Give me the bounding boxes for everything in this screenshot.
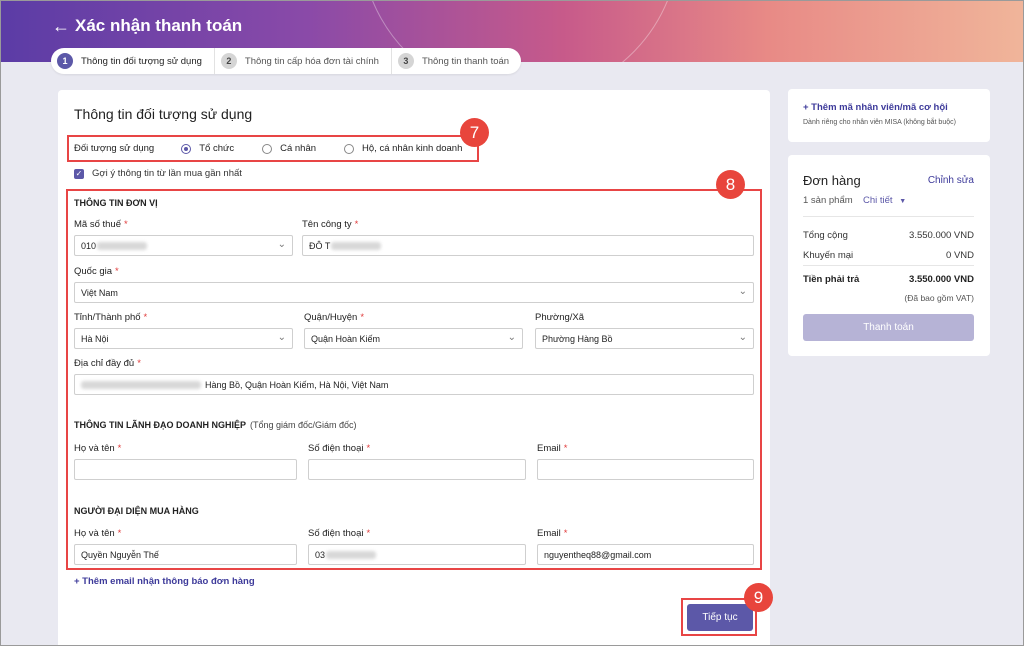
country-label: Quốc gia * bbox=[74, 266, 119, 277]
divider bbox=[803, 265, 974, 266]
leader-name-label: Họ và tên * bbox=[74, 443, 122, 454]
continue-button[interactable]: Tiếp tục bbox=[687, 604, 753, 631]
tax-code-label: Mã số thuế * bbox=[74, 219, 128, 230]
chevron-down-icon: ⌄ bbox=[738, 332, 747, 343]
redacted-text bbox=[81, 380, 201, 389]
suggest-last-purchase[interactable]: ✓ Gợi ý thông tin từ lần mua gần nhất bbox=[74, 168, 242, 179]
add-employee-code-link[interactable]: + Thêm mã nhân viên/mã cơ hội bbox=[803, 102, 948, 113]
radio-household-business[interactable]: Hộ, cá nhân kinh doanh bbox=[344, 143, 462, 154]
province-label: Tỉnh/Thành phố * bbox=[74, 312, 148, 323]
redacted-text bbox=[97, 241, 148, 250]
chevron-down-icon: ⌄ bbox=[738, 286, 747, 297]
radio-icon bbox=[181, 143, 192, 154]
leader-name-input[interactable] bbox=[74, 459, 297, 480]
leader-email-label: Email * bbox=[537, 443, 568, 454]
buyer-name-label: Họ và tên * bbox=[74, 528, 122, 539]
chevron-down-icon: ⌄ bbox=[277, 239, 286, 250]
province-select[interactable]: Hà Nội ⌄ bbox=[74, 328, 293, 349]
radio-organization[interactable]: Tổ chức bbox=[181, 143, 234, 154]
company-name-label: Tên công ty * bbox=[302, 219, 359, 230]
total-row: Tổng cộng 3.550.000 VND bbox=[803, 230, 974, 241]
step-label: Thông tin đối tượng sử dụng bbox=[81, 55, 202, 67]
buyer-phone-label: Số điện thoại * bbox=[308, 528, 371, 539]
add-notification-email-link[interactable]: + Thêm email nhận thông báo đơn hàng bbox=[74, 576, 255, 587]
subject-type-label: Đối tượng sử dụng bbox=[74, 143, 155, 154]
stepper: 1 Thông tin đối tượng sử dụng 2 Thông ti… bbox=[51, 48, 522, 74]
radio-icon bbox=[262, 143, 273, 154]
step-number: 2 bbox=[220, 53, 237, 69]
leader-section-title: THÔNG TIN LÃNH ĐẠO DOANH NGHIỆP (Tổng giá… bbox=[74, 420, 357, 430]
step-2[interactable]: 2 Thông tin cấp hóa đơn tài chính bbox=[215, 48, 392, 74]
district-label: Quận/Huyện * bbox=[304, 312, 365, 323]
chevron-down-icon: ⌄ bbox=[507, 332, 516, 343]
checkbox-checked-icon[interactable]: ✓ bbox=[74, 168, 84, 179]
product-count: 1 sản phẩm bbox=[803, 195, 853, 206]
redacted-text bbox=[326, 550, 377, 559]
full-address-input[interactable]: Hàng Bồ, Quận Hoàn Kiếm, Hà Nội, Việt Na… bbox=[74, 374, 754, 395]
suggest-label: Gợi ý thông tin từ lần mua gần nhất bbox=[92, 168, 242, 179]
buyer-email-input[interactable]: nguyentheq88@gmail.com bbox=[537, 544, 754, 565]
step-badge-7: 7 bbox=[460, 118, 489, 147]
chevron-down-icon: ⌄ bbox=[277, 332, 286, 343]
full-address-label: Địa chỉ đầy đủ * bbox=[74, 358, 141, 369]
step-1[interactable]: 1 Thông tin đối tượng sử dụng bbox=[51, 48, 215, 74]
leader-phone-input[interactable] bbox=[308, 459, 526, 480]
leader-phone-label: Số điện thoại * bbox=[308, 443, 371, 454]
order-summary-card: Đơn hàng Chỉnh sửa 1 sản phẩm Chi tiết ▼… bbox=[788, 155, 990, 356]
leader-email-input[interactable] bbox=[537, 459, 754, 480]
order-title: Đơn hàng bbox=[803, 173, 861, 188]
unit-section-title: THÔNG TIN ĐƠN VỊ bbox=[74, 198, 158, 208]
arrow-left-icon[interactable]: ← bbox=[52, 16, 70, 37]
step-number: 3 bbox=[397, 53, 414, 69]
step-3[interactable]: 3 Thông tin thanh toán bbox=[392, 48, 521, 74]
buyer-name-input[interactable]: Quyền Nguyễn Thế bbox=[74, 544, 297, 565]
step-badge-8: 8 bbox=[716, 170, 745, 199]
radio-icon bbox=[344, 143, 355, 154]
country-select[interactable]: Việt Nam ⌄ bbox=[74, 282, 754, 303]
card-title: Thông tin đối tượng sử dụng bbox=[74, 106, 253, 122]
radio-individual[interactable]: Cá nhân bbox=[262, 143, 316, 154]
radio-label: Hộ, cá nhân kinh doanh bbox=[362, 143, 463, 154]
step-label: Thông tin thanh toán bbox=[421, 55, 510, 67]
payable-row: Tiền phải trả 3.550.000 VND bbox=[803, 274, 974, 285]
promo-note: Dành riêng cho nhân viên MISA (không bắt… bbox=[803, 119, 956, 126]
ward-select[interactable]: Phường Hàng Bồ ⌄ bbox=[535, 328, 754, 349]
company-name-input[interactable]: ĐÔ T bbox=[302, 235, 754, 256]
step-label: Thông tin cấp hóa đơn tài chính bbox=[244, 55, 379, 67]
edit-order-link[interactable]: Chỉnh sửa bbox=[928, 175, 974, 186]
redacted-text bbox=[331, 241, 382, 250]
promo-card: + Thêm mã nhân viên/mã cơ hội Dành riêng… bbox=[788, 89, 990, 142]
caret-down-icon: ▼ bbox=[899, 198, 907, 205]
buyer-section-title: NGƯỜI ĐẠI DIỆN MUA HÀNG bbox=[74, 506, 199, 516]
subject-type-group: Đối tượng sử dụng Tổ chức Cá nhân Hộ, cá… bbox=[74, 143, 490, 154]
buyer-email-label: Email * bbox=[537, 528, 568, 539]
radio-label: Tổ chức bbox=[199, 143, 235, 154]
district-select[interactable]: Quận Hoàn Kiếm ⌄ bbox=[304, 328, 523, 349]
user-info-card: Thông tin đối tượng sử dụng Đối tượng sử… bbox=[58, 90, 770, 646]
divider bbox=[803, 216, 974, 217]
buyer-phone-input[interactable]: 03 bbox=[308, 544, 526, 565]
discount-row: Khuyến mại 0 VND bbox=[803, 250, 974, 261]
page-title: Xác nhận thanh toán bbox=[75, 16, 243, 35]
step-number: 1 bbox=[57, 53, 73, 69]
vat-note: (Đã bao gồm VAT) bbox=[904, 293, 974, 303]
ward-label: Phường/Xã bbox=[535, 312, 585, 323]
radio-label: Cá nhân bbox=[280, 143, 317, 154]
step-badge-9: 9 bbox=[744, 583, 773, 612]
pay-button[interactable]: Thanh toán bbox=[803, 314, 974, 341]
order-detail-toggle[interactable]: Chi tiết ▼ bbox=[863, 195, 906, 206]
tax-code-input[interactable]: 010 ⌄ bbox=[74, 235, 293, 256]
